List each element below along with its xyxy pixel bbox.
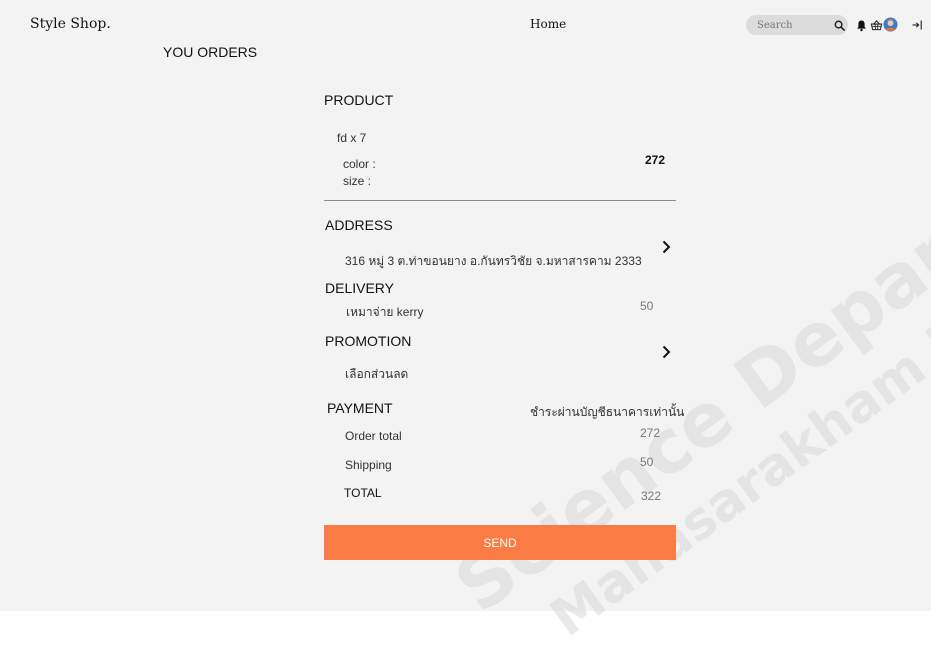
product-heading: PRODUCT (324, 92, 393, 108)
avatar-icon[interactable] (883, 17, 898, 32)
logout-icon[interactable] (910, 18, 923, 32)
delivery-method: เหมาจ่าย kerry (346, 303, 423, 322)
delivery-heading: DELIVERY (325, 280, 394, 296)
basket-icon[interactable] (869, 18, 883, 32)
search-icon[interactable] (830, 16, 848, 34)
total-value: 322 (641, 489, 661, 503)
send-button[interactable]: SEND (324, 525, 676, 560)
delivery-cost: 50 (640, 299, 653, 313)
brand-logo[interactable]: Style Shop. (30, 16, 111, 32)
shipping-label: Shipping (345, 458, 392, 472)
shipping-value: 50 (640, 455, 653, 469)
payment-method: ชำระผ่านบัญชีธนาคารเท่านั้น (530, 403, 684, 422)
search-input[interactable] (757, 20, 827, 31)
address-heading: ADDRESS (325, 217, 393, 233)
promotion-value[interactable]: เลือกส่วนลด (345, 365, 408, 384)
page-background (0, 0, 931, 611)
address-chevron-right-icon[interactable] (659, 238, 673, 256)
order-total-value: 272 (640, 426, 660, 440)
address-value: 316 หมู่ 3 ต.ท่าขอนยาง อ.กันทรวิชัย จ.มห… (345, 252, 642, 271)
section-divider (324, 200, 676, 201)
product-color-label: color : (343, 157, 376, 171)
bell-icon[interactable] (855, 18, 867, 32)
order-total-label: Order total (345, 429, 402, 443)
product-size-label: size : (343, 174, 371, 188)
page-title: YOU ORDERS (163, 44, 257, 60)
nav-home-link[interactable]: Home (530, 17, 566, 31)
promotion-chevron-right-icon[interactable] (659, 343, 673, 361)
promotion-heading: PROMOTION (325, 333, 411, 349)
total-label: TOTAL (344, 486, 382, 500)
product-price: 272 (645, 153, 665, 167)
search-box (746, 15, 848, 35)
product-item: fd x 7 (337, 131, 366, 145)
payment-heading: PAYMENT (327, 400, 393, 416)
